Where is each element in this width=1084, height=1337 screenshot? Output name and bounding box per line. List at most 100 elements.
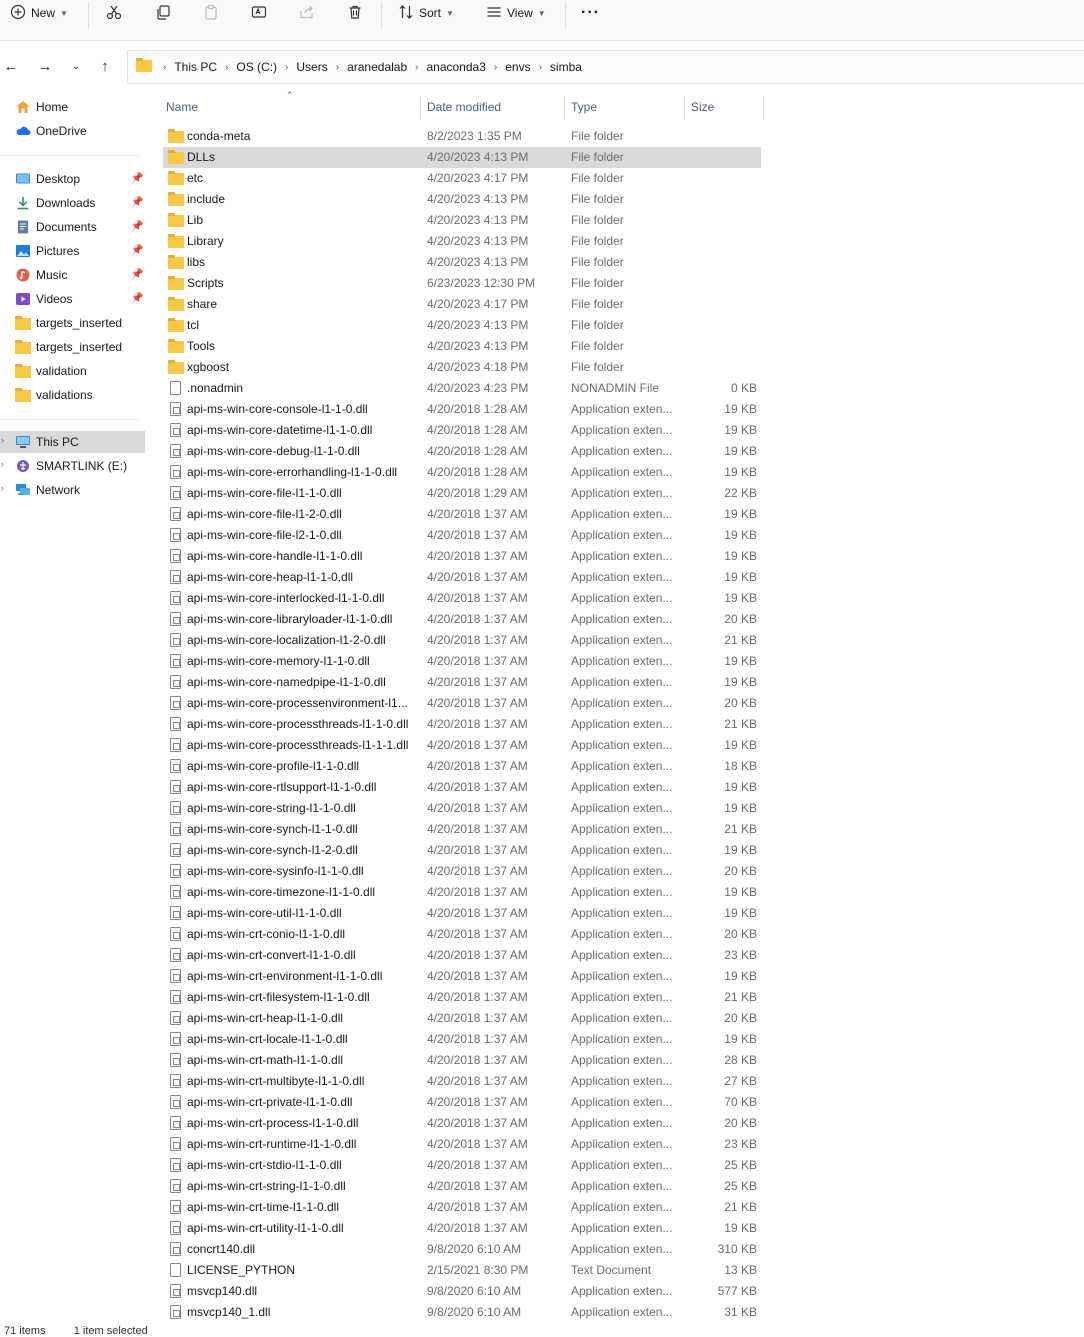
file-row[interactable]: api-ms-win-crt-runtime-l1-1-0.dll 4/20/20… xyxy=(163,1134,761,1155)
file-row[interactable]: msvcp140.dll 9/8/2020 6:10 AM Application … xyxy=(163,1281,761,1302)
breadcrumb-this-pc[interactable]: This PC xyxy=(171,60,220,74)
column-header-type[interactable]: Type xyxy=(571,100,597,114)
file-row[interactable]: msvcp140_1.dll 9/8/2020 6:10 AM Applicatio… xyxy=(163,1302,761,1323)
column-resize-handle[interactable] xyxy=(564,96,565,120)
file-row[interactable]: api-ms-win-core-file-l1-2-0.dll 4/20/2018… xyxy=(163,504,761,525)
forward-button[interactable]: → xyxy=(35,58,55,76)
pin-icon[interactable]: 📌 xyxy=(131,269,143,280)
pin-icon[interactable]: 📌 xyxy=(131,221,143,232)
sidebar-item-this-pc[interactable]: › This PC xyxy=(0,431,145,453)
file-row[interactable]: api-ms-win-crt-stdio-l1-1-0.dll 4/20/2018… xyxy=(163,1155,761,1176)
column-resize-handle[interactable] xyxy=(763,96,764,120)
file-row[interactable]: api-ms-win-crt-conio-l1-1-0.dll 4/20/2018… xyxy=(163,924,761,945)
file-row[interactable]: api-ms-win-core-processthreads-l1-1-1.dl… xyxy=(163,735,761,756)
file-row[interactable]: Scripts 6/23/2023 12:30 PM File folder xyxy=(163,273,761,294)
pin-icon[interactable]: 📌 xyxy=(131,245,143,256)
column-header-size[interactable]: Size xyxy=(691,100,714,114)
file-row[interactable]: api-ms-win-core-namedpipe-l1-1-0.dll 4/20… xyxy=(163,672,761,693)
breadcrumb-users[interactable]: Users xyxy=(293,60,330,74)
up-button[interactable]: ↑ xyxy=(95,58,115,76)
file-row[interactable]: etc 4/20/2023 4:17 PM File folder xyxy=(163,168,761,189)
file-row[interactable]: concrt140.dll 9/8/2020 6:10 AM Application… xyxy=(163,1239,761,1260)
file-row[interactable]: api-ms-win-crt-private-l1-1-0.dll 4/20/20… xyxy=(163,1092,761,1113)
file-row[interactable]: api-ms-win-core-localization-l1-2-0.dll 4… xyxy=(163,630,761,651)
file-row[interactable]: api-ms-win-core-string-l1-1-0.dll 4/20/20… xyxy=(163,798,761,819)
file-row[interactable]: api-ms-win-crt-convert-l1-1-0.dll 4/20/20… xyxy=(163,945,761,966)
file-row[interactable]: include 4/20/2023 4:13 PM File folder xyxy=(163,189,761,210)
file-row[interactable]: api-ms-win-core-profile-l1-1-0.dll 4/20/2… xyxy=(163,756,761,777)
sidebar-item-validations[interactable]: validations xyxy=(0,384,145,406)
sidebar-item-smartlink[interactable]: › SMARTLINK (E:) xyxy=(0,455,145,477)
file-row[interactable]: api-ms-win-core-heap-l1-1-0.dll 4/20/2018… xyxy=(163,567,761,588)
sidebar-item-targets-inserted[interactable]: targets_inserted xyxy=(0,312,145,334)
pin-icon[interactable]: 📌 xyxy=(131,197,143,208)
pin-icon[interactable]: 📌 xyxy=(131,293,143,304)
cut-button[interactable] xyxy=(106,0,122,26)
file-row[interactable]: api-ms-win-core-handle-l1-1-0.dll 4/20/20… xyxy=(163,546,761,567)
sidebar-item-documents[interactable]: Documents 📌 xyxy=(0,216,145,238)
recent-locations-button[interactable]: ⌄ xyxy=(66,58,86,76)
breadcrumb-aranedalab[interactable]: aranedalab xyxy=(344,60,410,74)
new-button[interactable]: New ▼ xyxy=(10,0,68,26)
file-row[interactable]: libs 4/20/2023 4:13 PM File folder xyxy=(163,252,761,273)
breadcrumb-anaconda3[interactable]: anaconda3 xyxy=(423,60,488,74)
sidebar-item-network[interactable]: › Network xyxy=(0,479,145,501)
file-row[interactable]: share 4/20/2023 4:17 PM File folder xyxy=(163,294,761,315)
address-bar[interactable]: › This PC › OS (C:) › Users › aranedalab… xyxy=(127,50,1084,84)
share-button[interactable] xyxy=(299,0,315,26)
sidebar-item-pictures[interactable]: Pictures 📌 xyxy=(0,240,145,262)
file-row[interactable]: api-ms-win-core-memory-l1-1-0.dll 4/20/20… xyxy=(163,651,761,672)
file-row[interactable]: api-ms-win-crt-locale-l1-1-0.dll 4/20/201… xyxy=(163,1029,761,1050)
column-resize-handle[interactable] xyxy=(420,96,421,120)
file-row[interactable]: api-ms-win-core-errorhandling-l1-1-0.dll… xyxy=(163,462,761,483)
file-row[interactable]: Lib 4/20/2023 4:13 PM File folder xyxy=(163,210,761,231)
column-header-name[interactable]: Name xyxy=(166,100,198,114)
file-row[interactable]: api-ms-win-crt-heap-l1-1-0.dll 4/20/2018 … xyxy=(163,1008,761,1029)
file-row[interactable]: api-ms-win-core-debug-l1-1-0.dll 4/20/201… xyxy=(163,441,761,462)
file-row[interactable]: api-ms-win-core-datetime-l1-1-0.dll 4/20/… xyxy=(163,420,761,441)
chevron-right-icon[interactable]: › xyxy=(1,483,4,493)
file-row[interactable]: Library 4/20/2023 4:13 PM File folder xyxy=(163,231,761,252)
view-button[interactable]: View ▼ xyxy=(486,0,546,26)
delete-button[interactable] xyxy=(347,0,363,26)
column-header-date[interactable]: Date modified xyxy=(427,100,501,114)
file-row[interactable]: api-ms-win-crt-multibyte-l1-1-0.dll 4/20/… xyxy=(163,1071,761,1092)
file-row[interactable]: api-ms-win-core-util-l1-1-0.dll 4/20/2018… xyxy=(163,903,761,924)
rename-button[interactable] xyxy=(251,0,267,26)
file-row[interactable]: api-ms-win-core-console-l1-1-0.dll 4/20/2… xyxy=(163,399,761,420)
paste-button[interactable] xyxy=(203,0,219,26)
file-row[interactable]: api-ms-win-core-interlocked-l1-1-0.dll 4/… xyxy=(163,588,761,609)
sidebar-item-downloads[interactable]: Downloads 📌 xyxy=(0,192,145,214)
sidebar-item-validation[interactable]: validation xyxy=(0,360,145,382)
file-row[interactable]: api-ms-win-crt-utility-l1-1-0.dll 4/20/20… xyxy=(163,1218,761,1239)
back-button[interactable]: ← xyxy=(1,58,21,76)
sidebar-item-onedrive[interactable]: OneDrive xyxy=(0,120,145,142)
file-row[interactable]: api-ms-win-crt-environment-l1-1-0.dll 4/2… xyxy=(163,966,761,987)
more-options-button[interactable]: ··· xyxy=(581,0,600,26)
file-row[interactable]: tcl 4/20/2023 4:13 PM File folder xyxy=(163,315,761,336)
file-row[interactable]: api-ms-win-core-sysinfo-l1-1-0.dll 4/20/2… xyxy=(163,861,761,882)
chevron-right-icon[interactable]: › xyxy=(1,435,4,445)
chevron-right-icon[interactable]: › xyxy=(1,459,4,469)
column-resize-handle[interactable] xyxy=(684,96,685,120)
file-row[interactable]: api-ms-win-crt-process-l1-1-0.dll 4/20/20… xyxy=(163,1113,761,1134)
file-row[interactable]: api-ms-win-crt-time-l1-1-0.dll 4/20/2018 … xyxy=(163,1197,761,1218)
file-row[interactable]: api-ms-win-core-libraryloader-l1-1-0.dll… xyxy=(163,609,761,630)
sidebar-item-music[interactable]: Music 📌 xyxy=(0,264,145,286)
sidebar-item-home[interactable]: Home xyxy=(0,96,145,118)
sidebar-item-videos[interactable]: Videos 📌 xyxy=(0,288,145,310)
file-row[interactable]: api-ms-win-core-synch-l1-1-0.dll 4/20/201… xyxy=(163,819,761,840)
file-row[interactable]: api-ms-win-crt-string-l1-1-0.dll 4/20/201… xyxy=(163,1176,761,1197)
file-row[interactable]: api-ms-win-core-file-l1-1-0.dll 4/20/2018… xyxy=(163,483,761,504)
breadcrumb-envs[interactable]: envs xyxy=(502,60,533,74)
file-row[interactable]: api-ms-win-crt-math-l1-1-0.dll 4/20/2018 … xyxy=(163,1050,761,1071)
file-row[interactable]: .nonadmin 4/20/2023 4:23 PM NONADMIN File 0… xyxy=(163,378,761,399)
breadcrumb-os-c[interactable]: OS (C:) xyxy=(233,60,280,74)
copy-button[interactable] xyxy=(155,0,171,26)
sidebar-item-desktop[interactable]: Desktop 📌 xyxy=(0,168,145,190)
sidebar-item-targets-inserted[interactable]: targets_inserted xyxy=(0,336,145,358)
file-row[interactable]: api-ms-win-core-synch-l1-2-0.dll 4/20/201… xyxy=(163,840,761,861)
sort-button[interactable]: Sort ▼ xyxy=(398,0,454,26)
file-row[interactable]: conda-meta 8/2/2023 1:35 PM File folder xyxy=(163,126,761,147)
file-row[interactable]: LICENSE_PYTHON 2/15/2021 8:30 PM Text Docu… xyxy=(163,1260,761,1281)
